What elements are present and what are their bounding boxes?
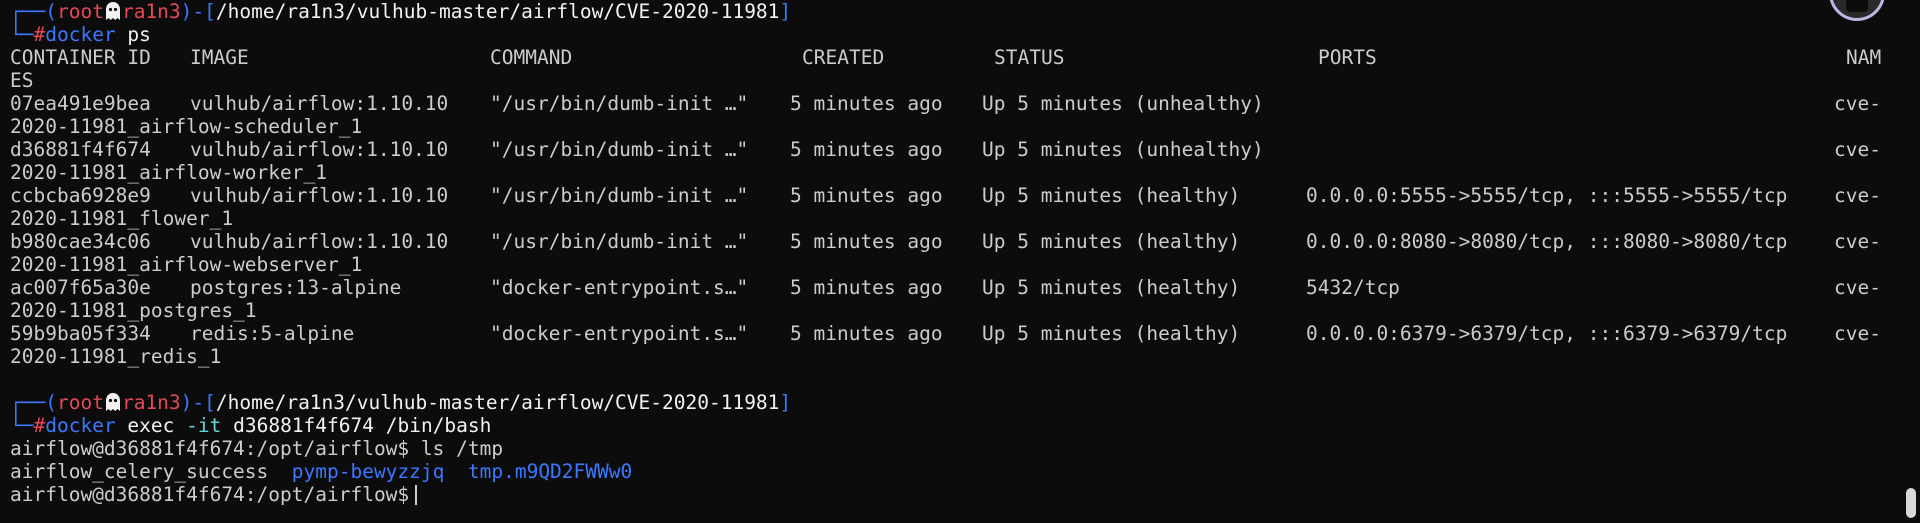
cell-status: Up 5 minutes (healthy) (982, 276, 1241, 299)
cell-name-wrap: 2020-11981_postgres_1 (10, 299, 257, 322)
cell-container-id: ac007f65a30e (10, 276, 151, 299)
cell-name: cve- (1834, 184, 1881, 207)
table-row: 59b9ba05f334 redis:5-alpine "docker-entryp… (10, 322, 1890, 345)
cell-status: Up 5 minutes (unhealthy) (982, 92, 1264, 115)
shell-line: airflow@d36881f4f674:/opt/airflow$ ls /t… (10, 437, 1890, 460)
cell-created: 5 minutes ago (790, 322, 943, 345)
cell-image: vulhub/airflow:1.10.10 (190, 92, 449, 115)
ghost-icon (105, 2, 120, 20)
cell-container-id: b980cae34c06 (10, 230, 151, 253)
ls-dir: pymp-bewyzzjq (291, 460, 445, 483)
cell-name-wrap: 2020-11981_airflow-scheduler_1 (10, 115, 363, 138)
table-row: ac007f65a30e postgres:13-alpine "docker-en… (10, 276, 1890, 299)
cell-name-wrap: 2020-11981_airflow-worker_1 (10, 161, 327, 184)
prompt-path: /home/ra1n3/vulhub-master/airflow/CVE-20… (215, 0, 780, 23)
ps-header-row: CONTAINER ID IMAGE COMMAND CREATED STATU… (10, 46, 1890, 69)
table-row: ccbcba6928e9 vulhub/airflow:1.10.10 "/usr/… (10, 184, 1890, 207)
cell-image: postgres:13-alpine (190, 276, 402, 299)
cell-command: "docker-entrypoint.s…" (490, 322, 749, 345)
command-args: ps (115, 23, 151, 46)
cell-created: 5 minutes ago (790, 92, 943, 115)
cell-image: vulhub/airflow:1.10.10 (190, 138, 449, 161)
prompt-path: /home/ra1n3/vulhub-master/airflow/CVE-20… (215, 391, 780, 414)
cell-name: cve- (1834, 138, 1881, 161)
prompt-user: root (56, 391, 104, 414)
cell-command: "/usr/bin/dumb-init …" (490, 92, 749, 115)
shell-command: ls /tmp (409, 437, 504, 460)
cell-created: 5 minutes ago (790, 276, 943, 299)
prompt-hash: # (33, 23, 46, 46)
cell-ports: 0.0.0.0:6379->6379/tcp, :::6379->6379/tc… (1306, 322, 1788, 345)
command-name: docker (45, 23, 116, 46)
cell-container-id: 59b9ba05f334 (10, 322, 151, 345)
cell-name-wrap: 2020-11981_airflow-webserver_1 (10, 253, 363, 276)
cell-created: 5 minutes ago (790, 230, 943, 253)
cell-created: 5 minutes ago (790, 138, 943, 161)
command-flag: -it (186, 414, 222, 437)
cell-ports: 0.0.0.0:5555->5555/tcp, :::5555->5555/tc… (1306, 184, 1788, 207)
prompt-user: root (56, 0, 104, 23)
header-created: CREATED (802, 46, 885, 69)
cell-status: Up 5 minutes (healthy) (982, 230, 1241, 253)
cell-status: Up 5 minutes (unhealthy) (982, 138, 1264, 161)
ghost-icon (105, 393, 120, 411)
cell-status: Up 5 minutes (healthy) (982, 322, 1241, 345)
terminal-output[interactable]: ┌──(root ra1n3)-[/home/ra1n3/vulhub-maste… (10, 0, 1890, 506)
cell-name-wrap: 2020-11981_flower_1 (10, 207, 234, 230)
ls-output-line: airflow_celery_success pymp-bewyzzjq tmp… (10, 460, 1890, 483)
vertical-scrollbar[interactable] (1902, 0, 1920, 523)
cell-command: "/usr/bin/dumb-init …" (490, 138, 749, 161)
command-line: └─#docker exec -it d36881f4f674 /bin/bas… (10, 414, 492, 437)
cell-image: vulhub/airflow:1.10.10 (190, 184, 449, 207)
cell-name: cve- (1834, 322, 1881, 345)
command-line: └─#docker ps (10, 23, 151, 46)
cell-container-id: ccbcba6928e9 (10, 184, 151, 207)
cell-command: "/usr/bin/dumb-init …" (490, 184, 749, 207)
cell-container-id: d36881f4f674 (10, 138, 151, 161)
prompt-line: ┌──(root ra1n3)-[/home/ra1n3/vulhub-maste… (10, 391, 792, 414)
header-status: STATUS (994, 46, 1065, 69)
shell-prompt: airflow@d36881f4f674:/opt/airflow$ (10, 483, 410, 506)
cell-image: vulhub/airflow:1.10.10 (190, 230, 449, 253)
cell-created: 5 minutes ago (790, 184, 943, 207)
cell-name: cve- (1834, 276, 1881, 299)
ls-dir: tmp.m9QD2FWWw0 (467, 460, 633, 483)
prompt-host: ra1n3 (121, 0, 181, 23)
ps-header-wrap: ES (10, 69, 34, 92)
table-row: d36881f4f674 vulhub/airflow:1.10.10 "/usr/… (10, 138, 1890, 161)
header-ports: PORTS (1318, 46, 1377, 69)
table-row: b980cae34c06 vulhub/airflow:1.10.10 "/usr/… (10, 230, 1890, 253)
cell-container-id: 07ea491e9bea (10, 92, 151, 115)
header-command: COMMAND (490, 46, 573, 69)
cell-name-wrap: 2020-11981_redis_1 (10, 345, 222, 368)
cell-command: "/usr/bin/dumb-init …" (490, 230, 749, 253)
cell-command: "docker-entrypoint.s…" (490, 276, 749, 299)
ls-file: airflow_celery_success (10, 460, 269, 483)
text-cursor (415, 485, 418, 505)
header-image: IMAGE (190, 46, 249, 69)
cell-image: redis:5-alpine (190, 322, 355, 345)
prompt-corner: ┌── (10, 0, 46, 23)
prompt-line: ┌──(root ra1n3)-[/home/ra1n3/vulhub-maste… (10, 0, 792, 23)
ps-rows: 07ea491e9bea vulhub/airflow:1.10.10 "/usr/… (10, 92, 1890, 368)
header-container-id: CONTAINER ID (10, 46, 151, 69)
prompt-host: ra1n3 (121, 391, 181, 414)
scrollbar-thumb[interactable] (1906, 488, 1916, 518)
shell-line: airflow@d36881f4f674:/opt/airflow$ (10, 483, 1890, 506)
command-name: docker (45, 414, 116, 437)
cell-ports: 0.0.0.0:8080->8080/tcp, :::8080->8080/tc… (1306, 230, 1788, 253)
shell-prompt: airflow@d36881f4f674:/opt/airflow$ (10, 437, 410, 460)
table-row: 07ea491e9bea vulhub/airflow:1.10.10 "/usr/… (10, 92, 1890, 115)
cell-name: cve- (1834, 230, 1881, 253)
header-names: NAM (1846, 46, 1882, 69)
cell-ports: 5432/tcp (1306, 276, 1400, 299)
cell-status: Up 5 minutes (healthy) (982, 184, 1241, 207)
cell-name: cve- (1834, 92, 1881, 115)
